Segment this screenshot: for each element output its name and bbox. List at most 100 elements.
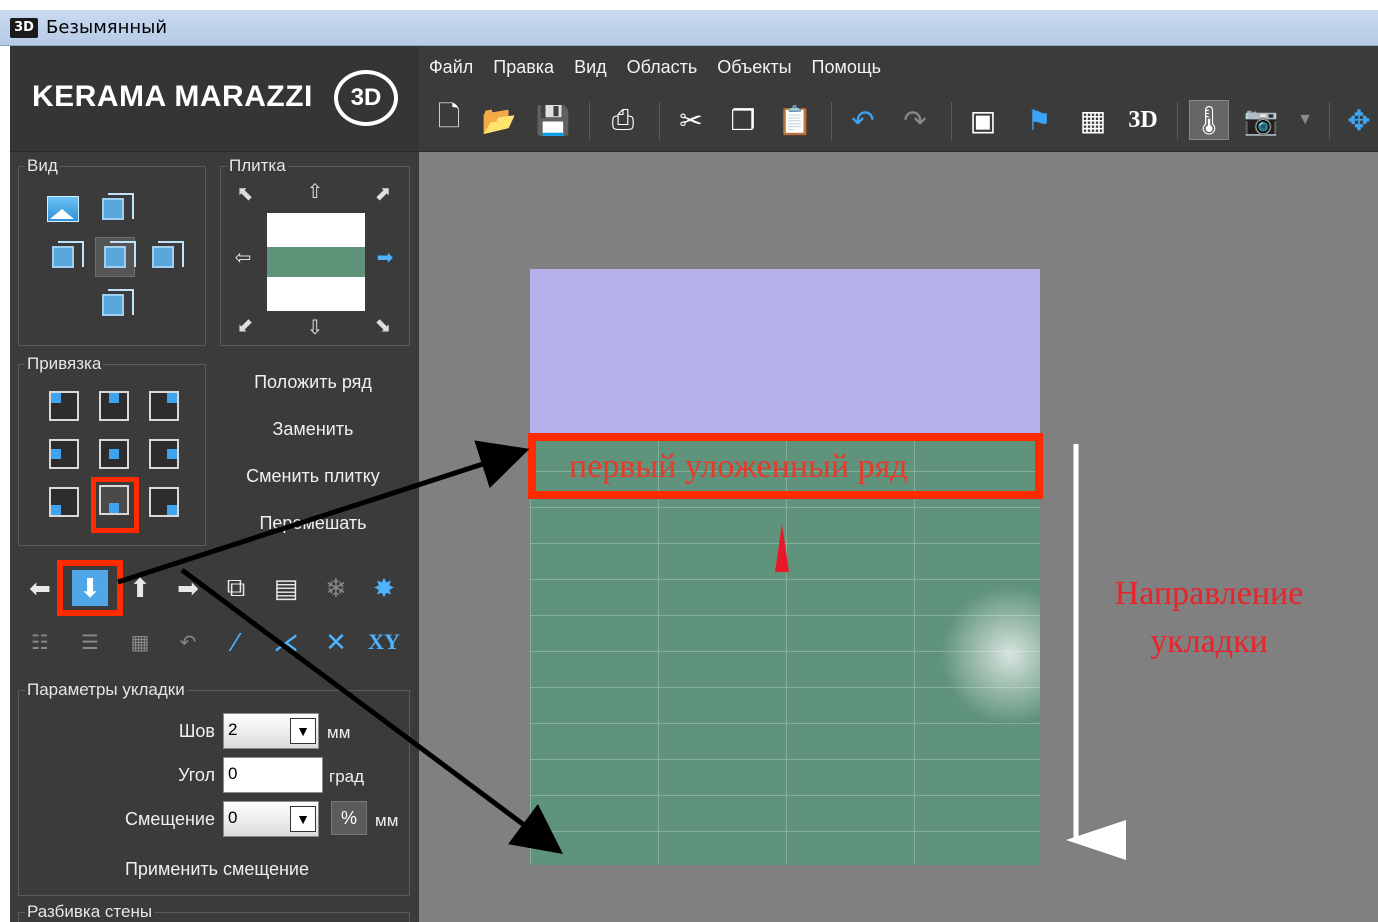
tile-group: Плитка ⬉ ⇧ ⬈ ⇦ ➡ ⬋ ⇩ ⬊ [220,157,410,346]
percent-toggle[interactable]: % [331,801,367,835]
snap-center[interactable] [99,439,129,469]
arrow-down-icon[interactable]: ⇩ [303,315,327,340]
snap-middle-left[interactable] [49,439,79,469]
undo-icon[interactable]: ↶ [843,100,883,140]
swap-tiles-icon[interactable]: ⧉ [218,570,254,606]
paste-icon[interactable]: 📋 [775,100,815,140]
view-left-button[interactable] [45,239,84,275]
menu-file[interactable]: Файл [429,57,473,78]
arrow-down-right-icon[interactable]: ⬊ [371,313,395,338]
viewport[interactable]: первый уложенный ряд Направление укладки [419,152,1378,922]
shuffle-button[interactable]: Перемешать [218,513,408,534]
room-icon[interactable]: ▣ [963,100,1003,140]
view-right-button[interactable] [145,239,184,275]
snap-top-center[interactable] [99,391,129,421]
save-icon[interactable]: 💾 [533,100,573,140]
diagonal-icon[interactable]: ⁄ [218,624,254,660]
snap-bottom-right[interactable] [149,487,179,517]
fit-icon[interactable]: ✸ [366,570,402,606]
apply-offset-button[interactable]: Применить смещение [79,859,355,880]
offset-select[interactable]: 0 ▼ [223,801,319,837]
logo-3d-badge: 3D [334,70,398,126]
direction-right-icon[interactable]: ➡ [170,570,206,606]
title-bar: 3D Безымянный [0,10,1378,46]
cube-icon [52,241,84,268]
cube-icon [102,289,134,316]
wall-split-group: Разбивка стены [18,903,410,922]
furniture-icon[interactable]: ⚑ [1019,100,1059,140]
snap-group: Привязка [18,355,206,546]
snap-middle-right[interactable] [149,439,179,469]
snap-bottom-left[interactable] [49,487,79,517]
lay-row-button[interactable]: Положить ряд [218,372,408,393]
arrow-right-icon[interactable]: ➡ [373,245,397,270]
rows-icon[interactable]: ▤ [268,570,304,606]
undo-seam-icon[interactable]: ↶ [170,624,206,660]
new-file-icon[interactable]: 🗋 [429,100,469,140]
print-icon[interactable]: ⎙ [603,100,643,140]
cut-icon[interactable]: ✂ [671,100,711,140]
arrow-left-icon[interactable]: ⇦ [231,245,255,270]
view-floor-button[interactable] [95,287,134,323]
change-tile-button[interactable]: Сменить плитку [218,466,408,487]
arrow-up-left-icon[interactable]: ⬉ [233,181,257,206]
menu-view[interactable]: Вид [574,57,607,78]
window-title: Безымянный [46,17,168,38]
seam-b-icon[interactable]: ☰ [72,624,108,660]
seam-select[interactable]: 2 ▼ [223,713,319,749]
direction-left-icon[interactable]: ⬅ [22,570,58,606]
left-panel: KERAMA MARAZZI 3D Вид Плитка ⬉ ⇧ ⬈ ⇦ ➡ ⬋… [10,46,419,922]
logo-text: KERAMA MARAZZI [32,80,313,113]
xy-icon[interactable]: XY [366,624,402,660]
offset-label: Смещение [124,809,215,829]
snap-selection-highlight [91,477,139,533]
landscape-icon [47,196,79,222]
direction-up-icon[interactable]: ⬆ [122,570,158,606]
snap-group-title: Привязка [25,354,104,373]
offset-value: 0 [228,808,238,827]
cube-icon [102,193,134,220]
open-folder-icon[interactable]: 📂 [479,100,519,140]
angle-value: 0 [228,764,238,783]
seam-label: Шов [178,721,215,741]
view-front-button[interactable] [95,237,136,277]
menu-area[interactable]: Область [627,57,698,78]
direction-down-highlight [57,560,123,616]
snowflake-icon[interactable]: ❄ [318,570,354,606]
camera-icon[interactable]: 📷 [1241,100,1281,140]
arrow-up-right-icon[interactable]: ⬈ [371,181,395,206]
menu-edit[interactable]: Правка [493,57,554,78]
angle-label: Угол [178,765,215,785]
seam-a-icon[interactable]: ☷ [22,624,58,660]
arrow-down-left-icon[interactable]: ⬋ [233,313,257,338]
arrow-up-icon[interactable]: ⇧ [303,179,327,204]
view-photo-button[interactable] [45,191,81,227]
seam-unit: мм [327,723,351,742]
diagonal-cut-icon[interactable]: ⋌ [268,624,304,660]
replace-button[interactable]: Заменить [218,419,408,440]
menu-bar: Файл Правка Вид Область Объекты Помощь [419,46,1378,88]
view-group: Вид [18,157,206,346]
camera-dropdown-icon[interactable]: ▼ [1285,100,1325,140]
view-back-button[interactable] [95,191,134,227]
chevron-down-icon[interactable]: ▼ [290,718,316,744]
menu-objects[interactable]: Объекты [717,57,791,78]
chevron-down-icon[interactable]: ▼ [290,806,316,832]
wall-tiled-area[interactable] [530,435,1040,865]
copy-icon[interactable]: ❐ [723,100,763,140]
light-icon[interactable]: 🌡 [1189,100,1229,140]
view-3d-button[interactable]: 3D [1123,100,1163,140]
snap-top-left[interactable] [49,391,79,421]
cross-icon[interactable]: ✕ [318,624,354,660]
calculator-icon[interactable]: ▦ [1073,100,1113,140]
angle-input[interactable]: 0 [223,757,323,793]
redo-icon[interactable]: ↷ [895,100,935,140]
snap-top-right[interactable] [149,391,179,421]
direction-annotation: Направление укладки [1089,570,1329,666]
seam-c-icon[interactable]: ▦ [122,624,158,660]
wall-untiled-area[interactable] [530,269,1040,435]
menu-help[interactable]: Помощь [812,57,882,78]
move-icon[interactable]: ✥ [1339,100,1378,140]
wall-split-title: Разбивка стены [25,902,155,921]
top-edge [0,0,1378,10]
